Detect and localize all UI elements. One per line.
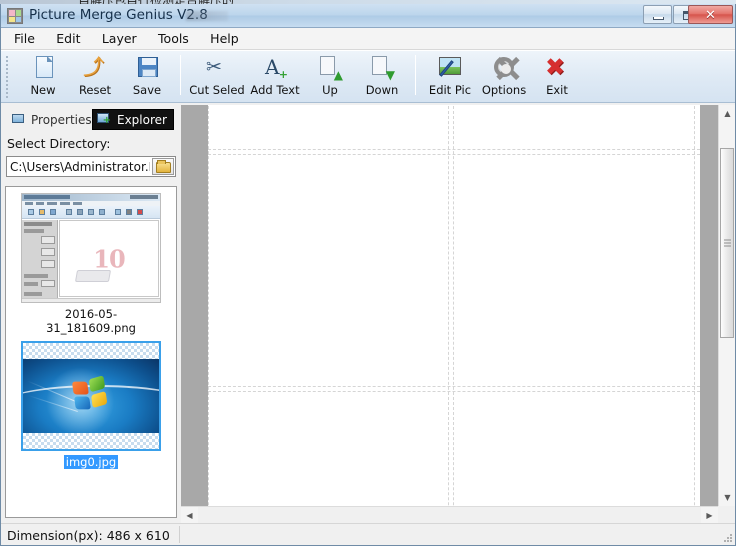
list-item[interactable]: img0.jpg (21, 341, 161, 469)
tab-explorer-label: Explorer (117, 112, 167, 127)
monitor-icon (11, 113, 27, 127)
tab-explorer[interactable]: + Explorer (92, 109, 174, 130)
toolbar-label-reset: Reset (78, 83, 112, 97)
minimize-icon (653, 17, 664, 20)
menu-item-edit[interactable]: Edit (47, 28, 89, 49)
menu-item-layer[interactable]: Layer (93, 28, 146, 49)
toolbar-button-exit[interactable]: ✖ Exit (531, 51, 583, 101)
toolbar: New ⤴ Reset Save ✂ Cut Seled A + Add Tex… (1, 50, 735, 103)
sidebar-tabs: Properties + Explorer (4, 109, 176, 131)
toolbar-button-down[interactable]: ▼ Down (356, 51, 408, 101)
status-dimension-text: Dimension(px): 486 x 610 (7, 528, 170, 543)
directory-input-wrap: C:\Users\Administrator.PC-20 (6, 156, 176, 177)
menu-bar: File Edit Layer Tools Help (1, 28, 735, 50)
directory-input[interactable]: C:\Users\Administrator.PC-20 (10, 160, 150, 174)
toolbar-button-reset[interactable]: ⤴ Reset (69, 51, 121, 101)
thumbnail-image-screenshot[interactable]: 10 (21, 193, 161, 303)
toolbar-label-down: Down (365, 83, 399, 97)
new-page-icon (29, 55, 57, 81)
scroll-thumb-grip (724, 239, 731, 247)
toolbar-label-cut-seled: Cut Seled (189, 83, 245, 97)
canvas-paper[interactable] (208, 105, 700, 506)
menu-item-help[interactable]: Help (201, 28, 248, 49)
title-bar: Picture Merge Genius V2.8 ✕ (1, 4, 735, 28)
toolbar-label-exit: Exit (546, 83, 568, 97)
windows-flag-icon (71, 375, 110, 412)
canvas-viewport[interactable] (184, 105, 718, 506)
list-item[interactable]: 10 2016-05-31_181609.png (21, 193, 161, 335)
scrollbar-corner (718, 506, 735, 523)
transparency-checker-bottom (23, 433, 159, 449)
menu-item-tools[interactable]: Tools (149, 28, 198, 49)
toolbar-button-options[interactable]: Options (477, 51, 531, 101)
toolbar-grip[interactable] (5, 54, 10, 100)
select-directory-label: Select Directory: (7, 136, 111, 151)
minimize-button[interactable] (643, 5, 672, 24)
application-window: Picture Merge Genius V2.8 ✕ File Edit La… (0, 4, 736, 546)
status-bar: Dimension(px): 486 x 610 (1, 523, 735, 545)
add-text-icon: A + (265, 55, 288, 81)
toolbar-separator-2 (415, 55, 416, 95)
toolbar-button-add-text[interactable]: A + Add Text (246, 51, 304, 101)
close-icon: ✕ (705, 8, 716, 23)
gear-icon (490, 55, 518, 81)
menu-item-file[interactable]: File (5, 28, 44, 49)
monitor-plus-icon: + (97, 112, 113, 127)
toolbar-label-new: New (30, 83, 56, 97)
toolbar-button-up[interactable]: ▲ Up (304, 51, 356, 101)
toolbar-button-new[interactable]: New (17, 51, 69, 101)
toolbar-separator (180, 55, 181, 95)
scissors-icon: ✂ (206, 56, 222, 78)
move-up-icon: ▲ (316, 54, 344, 81)
floppy-disk-icon (133, 55, 161, 81)
transparency-checker-top (23, 343, 159, 359)
window-title: Picture Merge Genius V2.8 (29, 7, 208, 23)
red-x-icon: ✖ (545, 53, 566, 81)
toolbar-button-edit-pic[interactable]: Edit Pic (423, 51, 477, 101)
thumbnail-image-wallpaper[interactable] (21, 341, 161, 451)
toolbar-label-up: Up (322, 83, 338, 97)
close-button[interactable]: ✕ (688, 5, 733, 24)
toolbar-label-save: Save (132, 83, 162, 97)
scroll-down-button[interactable]: ▼ (719, 489, 735, 506)
title-bar-artifact (186, 11, 228, 21)
app-icon (7, 8, 23, 24)
wallpaper-preview (23, 359, 159, 435)
thumbnail-caption: img0.jpg (63, 455, 119, 469)
canvas-horizontal-scrollbar[interactable]: ◀ ▶ (181, 506, 718, 524)
canvas-vertical-scrollbar[interactable]: ▲ ▼ (718, 105, 735, 506)
browse-folder-button[interactable] (152, 158, 174, 175)
move-down-icon: ▼ (368, 54, 396, 81)
thumbnail-caption: 2016-05-31_181609.png (46, 307, 136, 335)
toolbar-label-add-text: Add Text (250, 83, 300, 97)
toolbar-label-edit-pic: Edit Pic (428, 83, 472, 97)
tab-properties[interactable]: Properties (7, 109, 98, 130)
tab-properties-label: Properties (31, 112, 92, 127)
edit-picture-icon (436, 55, 464, 81)
folder-icon (156, 160, 171, 173)
scroll-up-button[interactable]: ▲ (719, 105, 735, 122)
sidebar-panel: Properties + Explorer Select Directory: … (1, 105, 181, 523)
canvas-panel: ▲ ▼ ◀ ▶ (181, 105, 735, 524)
resize-grip[interactable] (723, 533, 732, 542)
scroll-left-button[interactable]: ◀ (181, 507, 198, 524)
status-separator (179, 526, 180, 543)
toolbar-label-options: Options (481, 83, 527, 97)
undo-arrow-icon: ⤴ (83, 55, 104, 79)
main-body: Properties + Explorer Select Directory: … (1, 105, 735, 524)
toolbar-button-save[interactable]: Save (121, 51, 173, 101)
thumbnail-list[interactable]: 10 2016-05-31_181609.png img0.jpg (5, 186, 177, 518)
scroll-right-button[interactable]: ▶ (701, 507, 718, 524)
vertical-scroll-thumb[interactable] (720, 148, 734, 338)
toolbar-button-cut-seled[interactable]: ✂ Cut Seled (188, 51, 246, 101)
